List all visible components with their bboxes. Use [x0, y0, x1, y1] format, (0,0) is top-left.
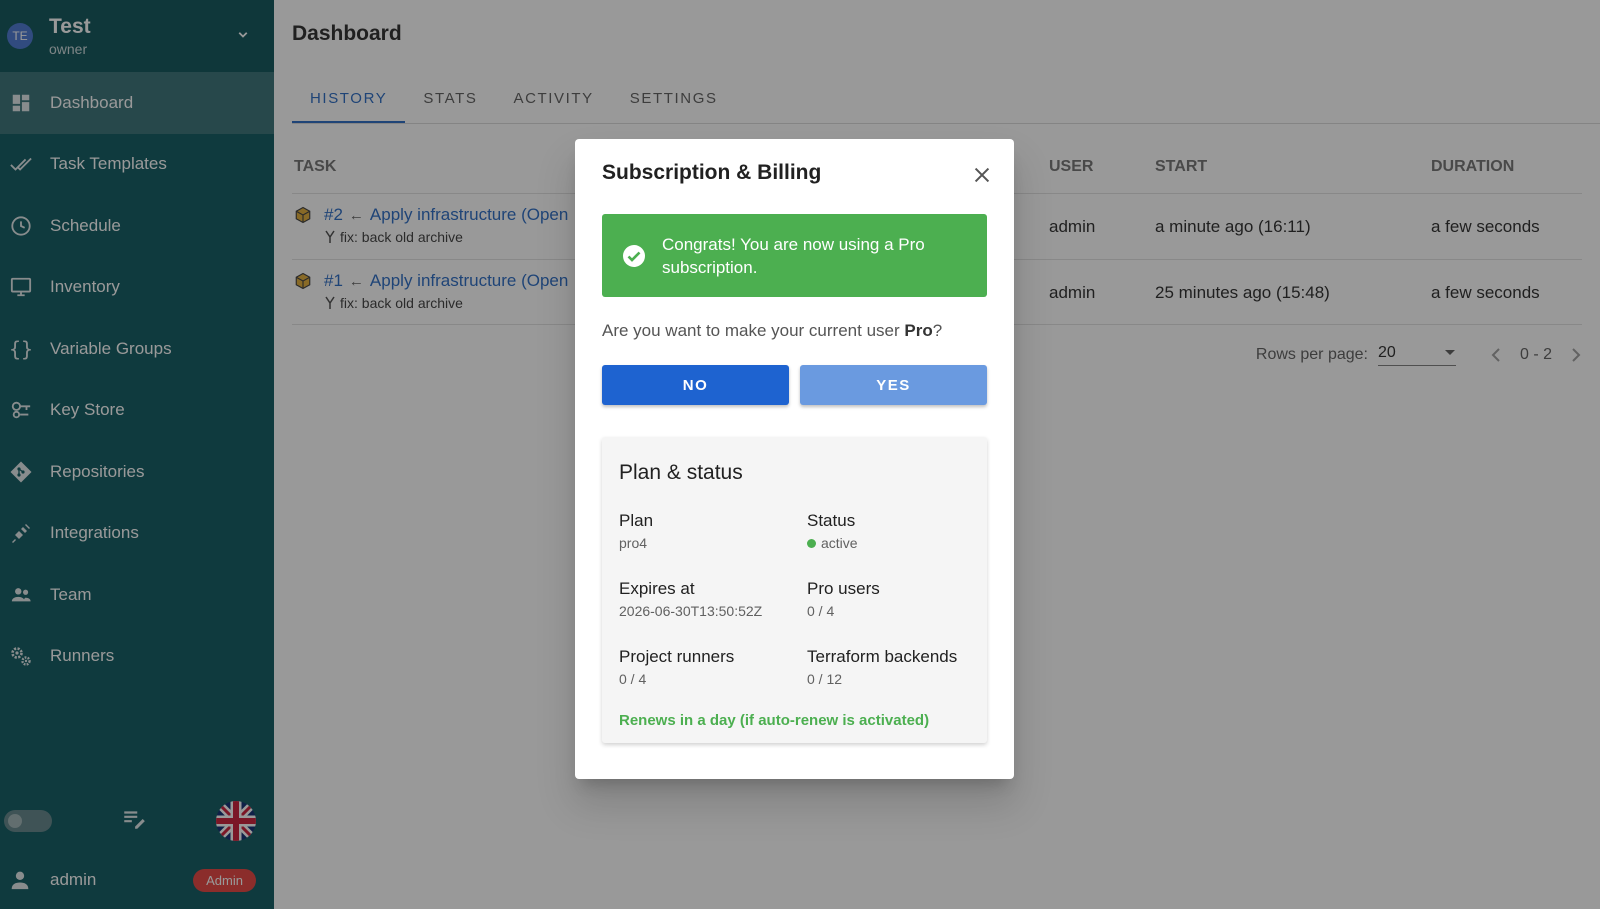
terraform-value: 0 / 12 [807, 671, 843, 687]
close-icon[interactable] [971, 164, 993, 186]
plan-field: Plan pro4 [619, 511, 799, 551]
alert-message: Congrats! You are now using a Pro subscr… [662, 234, 925, 277]
terraform-field: Terraform backends 0 / 12 [807, 647, 987, 687]
runners-label: Project runners [619, 647, 735, 666]
card-title: Plan & status [619, 461, 743, 484]
status-value: active [821, 535, 858, 551]
terraform-label: Terraform backends [807, 647, 958, 666]
question-text: Are you want to make your current user [602, 321, 905, 340]
status-dot-icon [807, 538, 816, 548]
expires-field: Expires at 2026-06-30T13:50:52Z [619, 579, 799, 619]
expires-label: Expires at [619, 579, 695, 598]
dialog-title: Subscription & Billing [602, 161, 822, 184]
plan-status-card: Plan & status Plan pro4 Status active Ex… [602, 437, 987, 743]
status-label: Status [807, 511, 856, 530]
pro-users-field: Pro users 0 / 4 [807, 579, 987, 619]
runners-value: 0 / 4 [619, 671, 647, 687]
success-alert: Congrats! You are now using a Pro subscr… [602, 214, 987, 297]
subscription-dialog: Subscription & Billing Congrats! You are… [575, 139, 1014, 779]
renew-note: Renews in a day (if auto-renew is activa… [619, 712, 930, 729]
expires-value: 2026-06-30T13:50:52Z [619, 603, 763, 619]
check-circle-icon [622, 244, 646, 268]
question-bold: Pro [904, 321, 933, 340]
pro-user-question: Are you want to make your current user P… [602, 321, 942, 341]
pro-users-label: Pro users [807, 579, 880, 598]
status-field: Status active [807, 511, 987, 551]
runners-field: Project runners 0 / 4 [619, 647, 799, 687]
pro-users-value: 0 / 4 [807, 603, 835, 619]
question-suffix: ? [932, 321, 943, 340]
yes-button[interactable]: YES [800, 365, 987, 405]
plan-value: pro4 [619, 535, 648, 551]
plan-label: Plan [619, 511, 654, 530]
no-button[interactable]: NO [602, 365, 789, 405]
